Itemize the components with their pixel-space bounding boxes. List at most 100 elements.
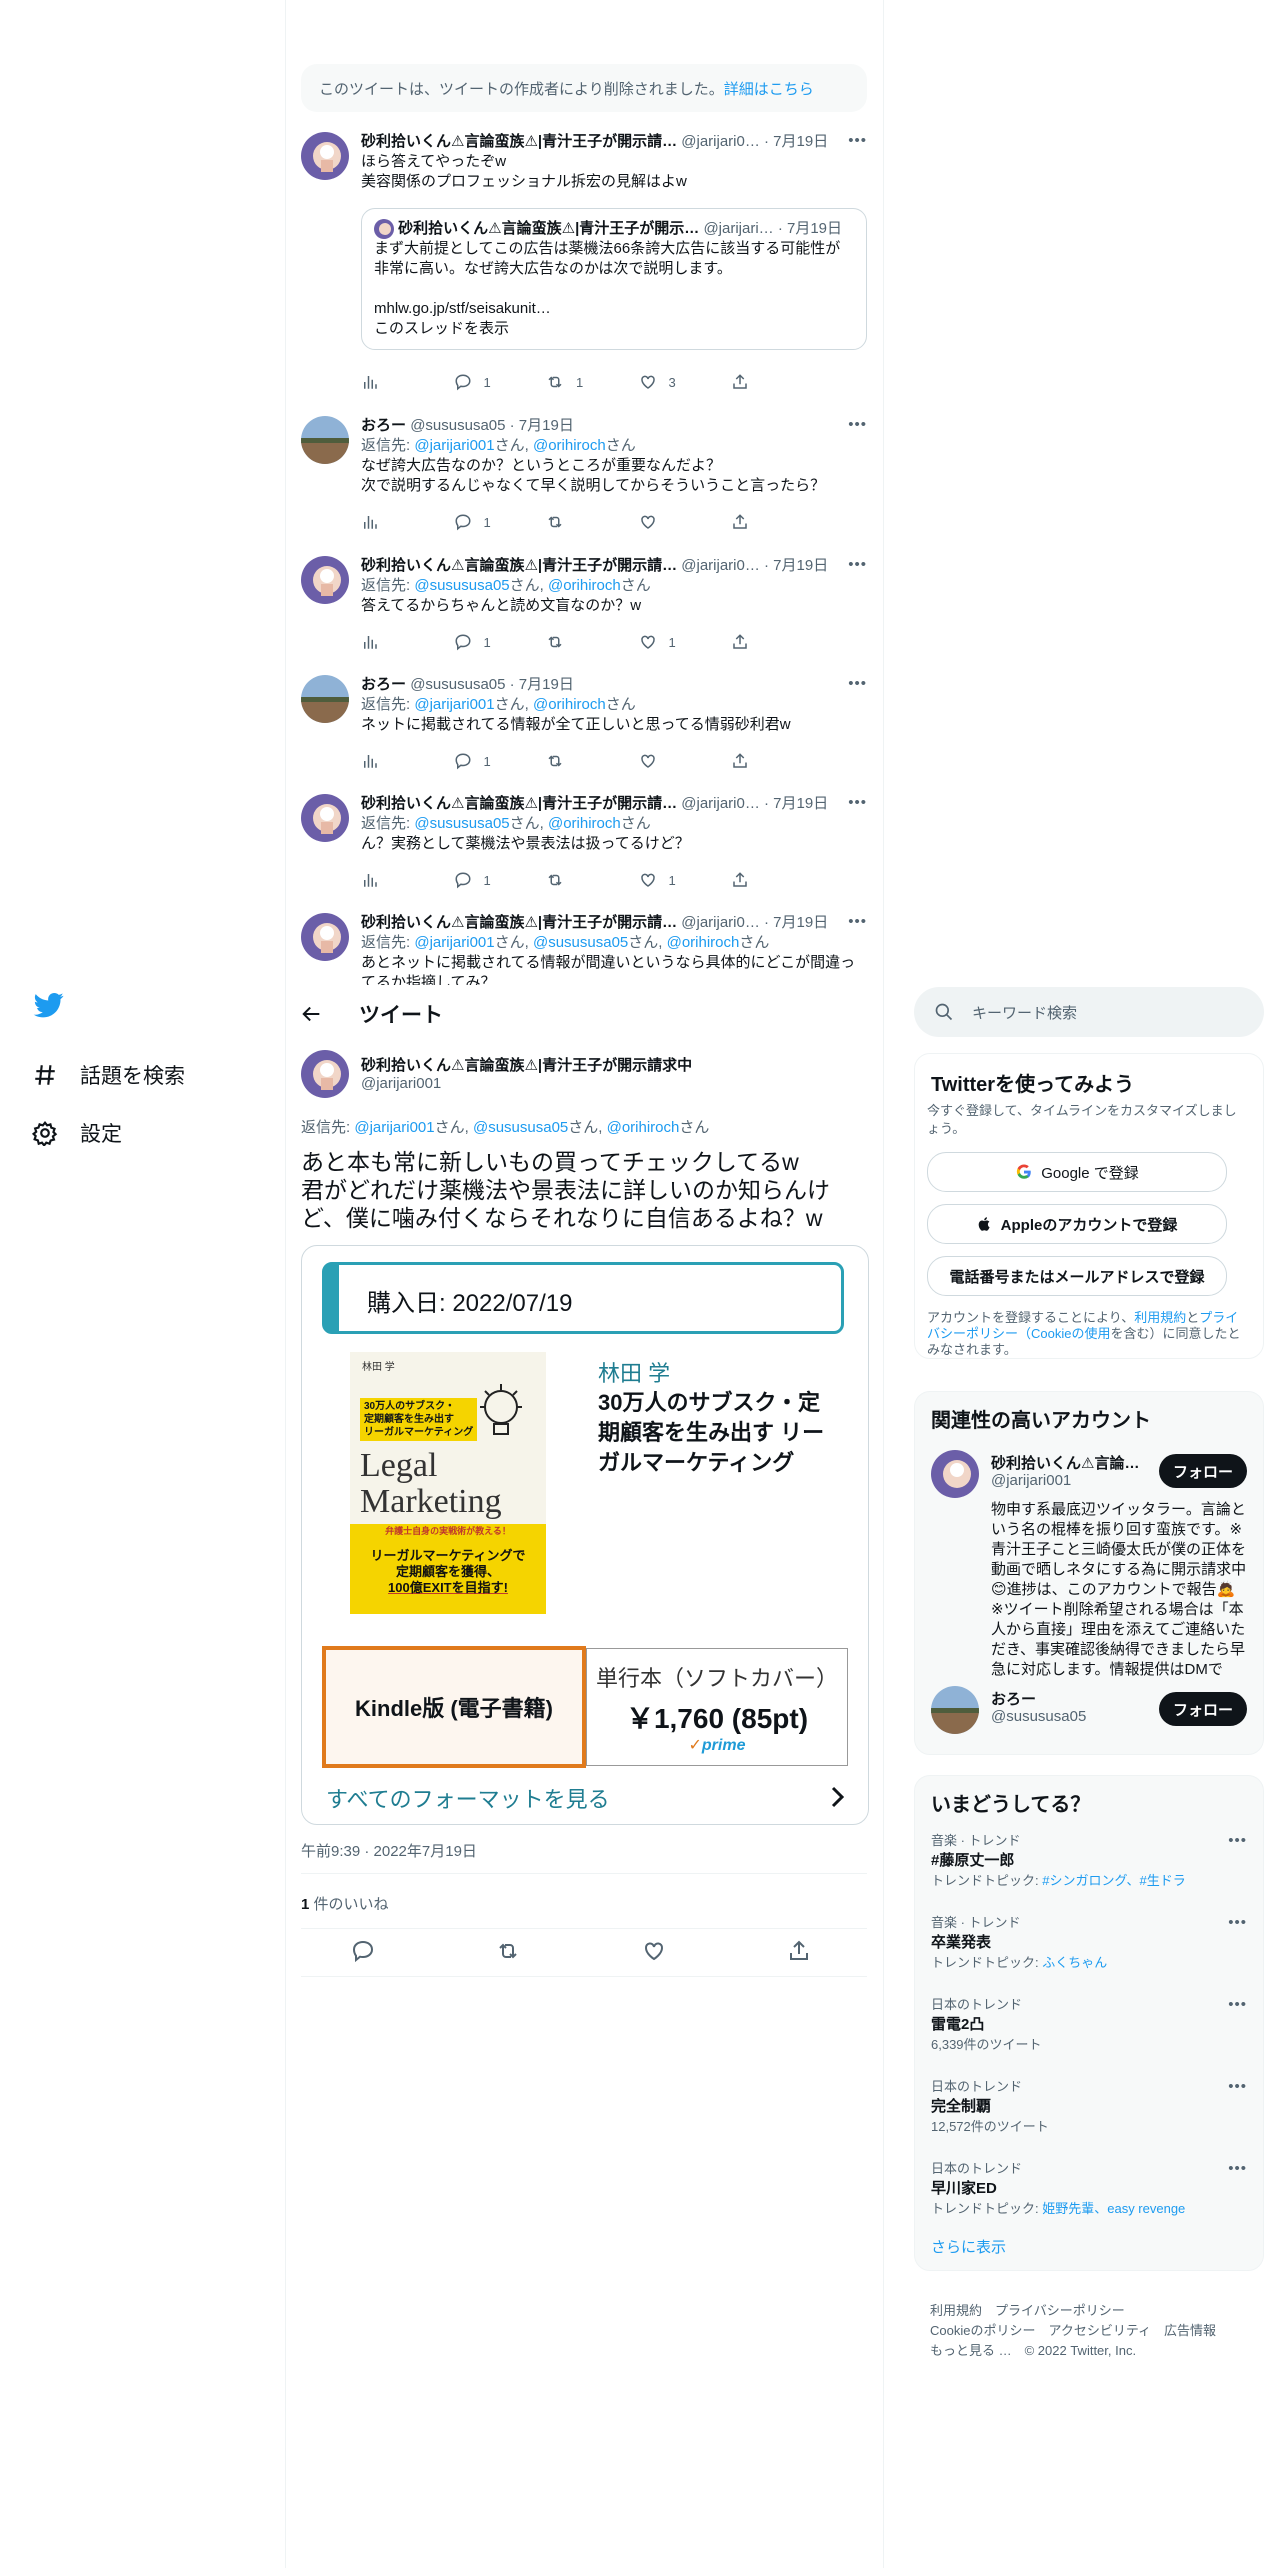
analytics-button[interactable] [361,870,431,890]
author-name[interactable]: 砂利拾いくん⚠言論蛮族⚠|青汁王子が開示請求中 [361,1054,692,1075]
account-name[interactable]: 砂利拾いくん⚠言論… [991,1452,1139,1473]
related-account[interactable]: 砂利拾いくん⚠言論… @jarijari001 フォロー 物申す系最底辺ツイッタ… [915,1446,1263,1678]
nav-settings[interactable]: 設定 [32,1118,122,1148]
author-handle[interactable]: @jarijari0… · 7月19日 [681,914,828,931]
mention-link[interactable]: @orihiroch [548,577,621,594]
share-button[interactable] [731,870,801,890]
more-options-icon[interactable]: ••• [1228,1914,1247,1932]
book-title[interactable]: 30万人のサブスク・定 期顧客を生み出す リー ガルマーケティング [598,1388,848,1478]
retweet-button[interactable] [546,512,616,532]
more-options-icon[interactable]: ••• [848,132,867,149]
tweet-image[interactable]: 購入日: 2022/07/19 林田 学 30万人のサブスク・ 定期顧客を生み出… [301,1245,869,1825]
analytics-button[interactable] [361,512,431,532]
reply-button[interactable]: 1 [454,870,524,890]
more-options-icon[interactable]: ••• [848,913,867,930]
more-options-icon[interactable]: ••• [848,556,867,573]
author-handle[interactable]: @susususa05 · 7月19日 [410,417,574,434]
account-handle[interactable]: @susususa05 [991,1708,1086,1725]
more-options-icon[interactable]: ••• [848,794,867,811]
author-name[interactable]: 砂利拾いくん⚠言論蛮族⚠|青汁王子が開示請… [361,795,677,812]
show-more-link[interactable]: さらに表示 [931,2236,1006,2257]
nav-explore[interactable]: 話題を検索 [32,1060,185,1090]
google-signup-button[interactable]: Google で登録 [927,1152,1227,1192]
mention-link[interactable]: @orihiroch [533,696,606,713]
author-handle[interactable]: @jarijari001 [361,1075,441,1092]
quoted-tweet[interactable]: 砂利拾いくん⚠言論蛮族⚠|青汁王子が開示… @jarijari… · 7月19日… [361,208,867,350]
avatar[interactable] [301,1050,349,1098]
more-options-icon[interactable]: ••• [848,675,867,692]
trend-item[interactable]: 日本のトレンド 雷電2凸 6,339件のツイート ••• [931,1996,1247,2054]
footer-line[interactable]: Cookieのポリシー アクセシビリティ 広告情報 [930,2321,1250,2341]
author-handle[interactable]: @jarijari0… · 7月19日 [681,795,828,812]
mention-link[interactable]: @susususa05 [414,577,509,594]
follow-button[interactable]: フォロー [1159,1454,1247,1488]
retweet-button[interactable] [546,632,616,652]
avatar[interactable] [301,794,349,842]
like-button[interactable]: 3 [639,372,709,392]
tweet-timestamp[interactable]: 午前9:39 · 2022年7月19日 [301,1840,477,1861]
learn-more-link[interactable]: 詳細はこちら [724,78,814,99]
account-name[interactable]: おろー [991,1688,1036,1709]
analytics-button[interactable] [361,632,431,652]
share-button[interactable] [731,372,801,392]
trend-item[interactable]: 日本のトレンド 早川家ED トレンドトピック: 姫野先輩、easy reveng… [931,2160,1247,2218]
more-options-icon[interactable]: ••• [1228,1996,1247,2014]
author-handle[interactable]: @jarijari0… · 7月19日 [681,133,828,150]
apple-signup-button[interactable]: Appleのアカウントで登録 [927,1204,1227,1244]
terms-link[interactable]: 利用規約 [1134,1310,1186,1325]
avatar[interactable] [301,675,349,723]
avatar[interactable] [931,1686,979,1734]
like-button[interactable] [639,751,709,771]
mention-link[interactable]: @jarijari001 [414,437,494,454]
related-account[interactable]: おろー @susususa05 フォロー [915,1682,1263,1742]
footer-line[interactable]: 利用規約 プライバシーポリシー [930,2301,1250,2321]
trend-item[interactable]: 音楽 · トレンド 卒業発表 トレンドトピック: ふくちゃん ••• [931,1914,1247,1972]
account-handle[interactable]: @jarijari001 [991,1472,1071,1489]
paperback-format-option[interactable]: 単行本（ソフトカバー） ￥1,760 (85pt) ✓prime [586,1648,848,1766]
like-button[interactable]: 1 [639,870,709,890]
footer-line[interactable]: もっと見る … © 2022 Twitter, Inc. [930,2341,1250,2361]
author-name[interactable]: 砂利拾いくん⚠言論蛮族⚠|青汁王子が開示請… [361,557,677,574]
reply-button[interactable]: 1 [454,372,524,392]
reply-icon[interactable] [351,1939,375,1963]
author-handle[interactable]: @jarijari0… · 7月19日 [681,557,828,574]
mention-link[interactable]: @susususa05 [473,1119,568,1136]
see-all-formats-link[interactable]: すべてのフォーマットを見る [326,1782,610,1814]
kindle-format-option[interactable]: Kindle版 (電子書籍) [322,1646,586,1768]
analytics-button[interactable] [361,372,431,392]
author-name[interactable]: 砂利拾いくん⚠言論蛮族⚠|青汁王子が開示請… [361,914,677,931]
back-arrow-icon[interactable] [301,1003,323,1025]
chevron-right-icon[interactable] [830,1786,846,1808]
twitter-logo-icon[interactable] [32,990,66,1020]
more-options-icon[interactable]: ••• [1228,2160,1247,2178]
share-button[interactable] [731,751,801,771]
mention-link[interactable]: @orihiroch [667,934,740,951]
avatar[interactable] [931,1450,979,1498]
share-button[interactable] [731,512,801,532]
author-name[interactable]: 砂利拾いくん⚠言論蛮族⚠|青汁王子が開示請… [361,133,677,150]
retweet-button[interactable] [546,751,616,771]
mention-link[interactable]: @jarijari001 [354,1119,434,1136]
search-input[interactable]: キーワード検索 [972,1002,1077,1023]
analytics-button[interactable] [361,751,431,771]
avatar[interactable] [301,913,349,961]
show-thread-link[interactable]: このスレッドを表示 [374,319,854,339]
reply-button[interactable]: 1 [454,632,524,652]
mention-link[interactable]: @orihiroch [548,815,621,832]
author-name[interactable]: おろー [361,417,406,434]
more-options-icon[interactable]: ••• [1228,1832,1247,1850]
more-options-icon[interactable]: ••• [1228,2078,1247,2096]
avatar[interactable] [301,416,349,464]
mention-link[interactable]: @orihiroch [533,437,606,454]
retweet-button[interactable] [546,870,616,890]
mention-link[interactable]: @jarijari001 [414,934,494,951]
reply-button[interactable]: 1 [454,751,524,771]
phone-email-signup-button[interactable]: 電話番号またはメールアドレスで登録 [927,1256,1227,1296]
book-author[interactable]: 林田 学 [598,1356,670,1388]
share-icon[interactable] [787,1939,811,1963]
share-button[interactable] [731,632,801,652]
retweet-icon[interactable] [496,1939,520,1963]
trend-item[interactable]: 日本のトレンド 完全制覇 12,572件のツイート ••• [931,2078,1247,2136]
mention-link[interactable]: @susususa05 [533,934,628,951]
mention-link[interactable]: @orihiroch [607,1119,680,1136]
